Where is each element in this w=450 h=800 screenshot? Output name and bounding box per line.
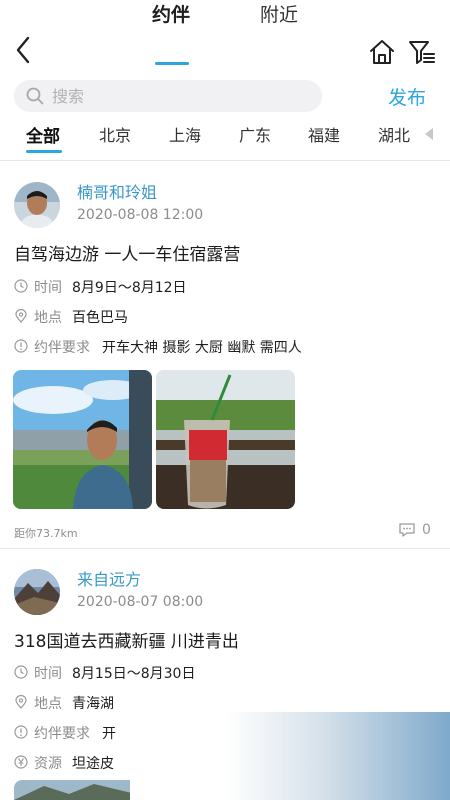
post-title[interactable]: 自驾海边游 一人一车住宿露营 [14, 240, 240, 265]
divider [0, 160, 450, 161]
clock-icon [14, 279, 28, 293]
active-tab-indicator [155, 62, 189, 65]
field-value: 开 [102, 726, 116, 742]
post-photo[interactable] [156, 370, 295, 509]
avatar[interactable] [14, 569, 60, 615]
yuan-icon [14, 755, 28, 769]
post-distance: 距你73.7km [14, 527, 78, 540]
region-tab-shanghai[interactable]: 上海 [169, 122, 201, 146]
field-label: 地点 [34, 310, 62, 326]
post-photo[interactable] [13, 370, 152, 509]
region-tab-guangdong[interactable]: 广东 [239, 122, 271, 146]
comment-count: 0 [422, 522, 431, 538]
info-icon [14, 339, 28, 353]
field-value: 坦途皮 [72, 756, 114, 772]
home-icon[interactable] [368, 38, 396, 66]
info-icon [14, 725, 28, 739]
search-icon [26, 87, 44, 105]
comment-icon[interactable] [398, 522, 416, 538]
search-input[interactable] [52, 80, 312, 112]
active-region-indicator [26, 150, 62, 153]
field-value: 8月15日～8月30日 [72, 666, 196, 682]
tab-companion[interactable]: 约伴 [152, 0, 190, 27]
field-label: 约伴要求 [34, 340, 90, 356]
region-tabs: 全部 北京 上海 广东 福建 湖北 [0, 122, 450, 158]
field-value: 青海湖 [72, 696, 114, 712]
post-title[interactable]: 318国道去西藏新疆 川进青出 [14, 627, 239, 652]
field-label: 时间 [34, 280, 62, 296]
top-nav-bar: 约伴 附近 [0, 0, 450, 70]
clock-icon [14, 665, 28, 679]
post-photo[interactable] [14, 780, 144, 800]
avatar[interactable] [14, 182, 60, 228]
post-author[interactable]: 来自远方 [77, 566, 141, 590]
region-tab-fujian[interactable]: 福建 [308, 122, 340, 146]
post-time: 2020-08-08 12:00 [77, 207, 204, 223]
scroll-left-arrow-icon[interactable] [425, 128, 435, 140]
field-value: 百色巴马 [72, 310, 128, 326]
field-value: 8月9日～8月12日 [72, 280, 187, 296]
divider [0, 548, 450, 549]
location-icon [15, 309, 27, 323]
loading-overlay [130, 712, 450, 800]
publish-button[interactable]: 发布 [388, 83, 426, 110]
field-label: 资源 [34, 756, 62, 772]
region-tab-beijing[interactable]: 北京 [99, 122, 131, 146]
location-icon [15, 695, 27, 709]
filter-icon[interactable] [408, 38, 436, 66]
field-value: 开车大神 摄影 大厨 幽默 需四人 [102, 340, 302, 356]
field-label: 地点 [34, 696, 62, 712]
back-icon[interactable] [12, 34, 36, 66]
field-label: 时间 [34, 666, 62, 682]
tab-nearby[interactable]: 附近 [260, 0, 298, 27]
region-tab-hubei[interactable]: 湖北 [378, 122, 410, 146]
post-author[interactable]: 楠哥和玲姐 [77, 179, 157, 203]
search-bar[interactable] [14, 80, 322, 112]
region-tab-all[interactable]: 全部 [26, 122, 60, 147]
field-label: 约伴要求 [34, 726, 90, 742]
post-time: 2020-08-07 08:00 [77, 594, 204, 610]
